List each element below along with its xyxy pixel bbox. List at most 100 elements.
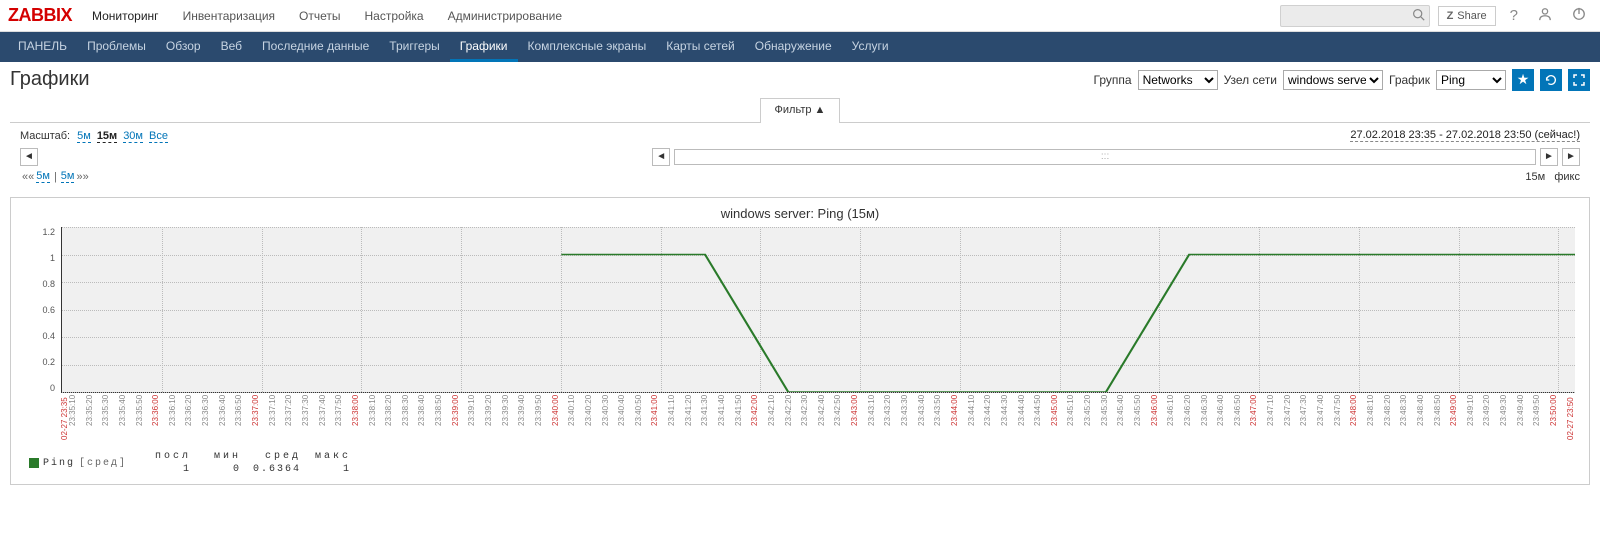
search-input[interactable] bbox=[1280, 5, 1430, 27]
power-icon[interactable] bbox=[1566, 7, 1592, 25]
x-tick: 23:47:20 bbox=[1284, 395, 1301, 440]
step-back-button[interactable]: ◄ bbox=[20, 148, 38, 166]
topnav-item-2[interactable]: Отчеты bbox=[289, 2, 350, 30]
x-tick: 23:38:30 bbox=[402, 395, 419, 440]
topnav-item-1[interactable]: Инвентаризация bbox=[173, 2, 285, 30]
scale-opt-30м[interactable]: 30м bbox=[123, 130, 143, 143]
y-tick: 0 bbox=[50, 383, 55, 393]
topnav-item-4[interactable]: Администрирование bbox=[438, 2, 572, 30]
chart-container: windows server: Ping (15м) 1.210.80.60.4… bbox=[10, 197, 1590, 485]
x-tick: 23:45:20 bbox=[1084, 395, 1101, 440]
top-nav: МониторингИнвентаризацияОтчетыНастройкаА… bbox=[82, 2, 572, 30]
subnav-item-5[interactable]: Триггеры bbox=[379, 32, 450, 62]
help-icon[interactable]: ? bbox=[1504, 7, 1524, 24]
sub-nav: ПАНЕЛЬПроблемыОбзорВебПоследние данныеТр… bbox=[0, 32, 1600, 62]
x-tick: 23:37:00 bbox=[252, 395, 269, 440]
subnav-item-1[interactable]: Проблемы bbox=[77, 32, 156, 62]
x-tick: 23:38:40 bbox=[418, 395, 435, 440]
y-axis: 1.210.80.60.40.20 bbox=[25, 227, 61, 393]
topnav-item-0[interactable]: Мониторинг bbox=[82, 2, 169, 30]
graph-select[interactable]: Ping bbox=[1436, 70, 1506, 90]
x-tick: 23:45:10 bbox=[1067, 395, 1084, 440]
fullscreen-button[interactable] bbox=[1568, 69, 1590, 91]
x-tick: 23:48:00 bbox=[1350, 395, 1367, 440]
x-tick: 23:40:30 bbox=[602, 395, 619, 440]
scale-label: Масштаб: bbox=[20, 130, 70, 142]
x-tick: 23:46:30 bbox=[1201, 395, 1218, 440]
subnav-item-4[interactable]: Последние данные bbox=[252, 32, 379, 62]
x-tick: 23:45:40 bbox=[1117, 395, 1134, 440]
subnav-item-3[interactable]: Веб bbox=[211, 32, 252, 62]
legend-swatch bbox=[29, 458, 39, 468]
group-label: Группа bbox=[1094, 73, 1132, 87]
x-tick: 23:38:00 bbox=[352, 395, 369, 440]
subnav-item-10[interactable]: Услуги bbox=[842, 32, 899, 62]
host-select[interactable]: windows server bbox=[1283, 70, 1383, 90]
x-tick: 23:39:30 bbox=[502, 395, 519, 440]
x-tick: 23:38:20 bbox=[385, 395, 402, 440]
favorite-button[interactable]: ★ bbox=[1512, 69, 1534, 91]
subnav-item-0[interactable]: ПАНЕЛЬ bbox=[8, 32, 77, 62]
plot-area[interactable] bbox=[61, 227, 1575, 393]
subnav-item-8[interactable]: Карты сетей bbox=[656, 32, 745, 62]
fast-fwd[interactable]: »» bbox=[76, 171, 88, 183]
x-tick: 23:36:00 bbox=[152, 395, 169, 440]
scale-opt-5м[interactable]: 5м bbox=[77, 130, 91, 143]
x-tick: 23:41:10 bbox=[668, 395, 685, 440]
subnav-item-9[interactable]: Обнаружение bbox=[745, 32, 842, 62]
subnav-item-6[interactable]: Графики bbox=[450, 32, 518, 62]
legend-val: 0 bbox=[191, 463, 241, 476]
y-tick: 0.8 bbox=[42, 279, 55, 289]
x-tick: 23:43:50 bbox=[934, 395, 951, 440]
search-icon bbox=[1412, 8, 1425, 24]
x-tick: 23:45:30 bbox=[1101, 395, 1118, 440]
x-tick: 23:41:40 bbox=[718, 395, 735, 440]
x-tick: 23:41:30 bbox=[701, 395, 718, 440]
filter-toggle[interactable]: Фильтр ▲ bbox=[760, 98, 841, 124]
fast-back[interactable]: «« bbox=[22, 171, 34, 183]
x-tick: 23:43:20 bbox=[884, 395, 901, 440]
quick-back-5m[interactable]: 5м bbox=[36, 170, 50, 183]
slider-left-button[interactable]: ◄ bbox=[652, 148, 670, 166]
step-forward-button[interactable]: ► bbox=[1562, 148, 1580, 166]
range-panel: Масштаб: 5м 15м 30м Все 27.02.2018 23:35 - … bbox=[10, 123, 1590, 193]
x-tick: 23:37:30 bbox=[302, 395, 319, 440]
legend-mode: [сред] bbox=[79, 458, 127, 469]
x-tick: 23:40:40 bbox=[618, 395, 635, 440]
x-tick: 23:46:50 bbox=[1234, 395, 1251, 440]
quick-fwd-5m[interactable]: 5м bbox=[61, 170, 75, 183]
subnav-item-2[interactable]: Обзор bbox=[156, 32, 211, 62]
page-header: Графики Группа Networks Узел сети window… bbox=[0, 62, 1600, 97]
range-text[interactable]: 27.02.2018 23:35 - 27.02.2018 23:50 (сей… bbox=[1350, 129, 1580, 142]
topnav-item-3[interactable]: Настройка bbox=[355, 2, 434, 30]
legend-val: 1 bbox=[301, 463, 351, 476]
x-tick: 23:42:50 bbox=[834, 395, 851, 440]
user-icon[interactable] bbox=[1532, 7, 1558, 25]
x-tick: 23:36:20 bbox=[185, 395, 202, 440]
scale-opt-Все[interactable]: Все bbox=[149, 130, 168, 143]
x-tick: 23:46:10 bbox=[1167, 395, 1184, 440]
slider-right-button[interactable]: ► bbox=[1540, 148, 1558, 166]
filter-controls: Группа Networks Узел сети windows server… bbox=[1094, 69, 1590, 91]
x-tick: 23:39:20 bbox=[485, 395, 502, 440]
x-tick: 23:44:10 bbox=[968, 395, 985, 440]
refresh-button[interactable] bbox=[1540, 69, 1562, 91]
subnav-item-7[interactable]: Комплексные экраны bbox=[518, 32, 657, 62]
group-select[interactable]: Networks bbox=[1138, 70, 1218, 90]
page-title: Графики bbox=[10, 68, 90, 91]
x-tick: 23:47:50 bbox=[1334, 395, 1351, 440]
slider-handle[interactable]: ::: bbox=[674, 149, 1536, 165]
share-button[interactable]: Z Share bbox=[1438, 6, 1496, 26]
x-tick: 23:41:50 bbox=[735, 395, 752, 440]
y-tick: 0.2 bbox=[42, 357, 55, 367]
x-tick: 23:48:50 bbox=[1434, 395, 1451, 440]
x-tick: 23:47:10 bbox=[1267, 395, 1284, 440]
x-tick: 23:42:10 bbox=[768, 395, 785, 440]
x-tick: 23:35:20 bbox=[86, 395, 103, 440]
x-tick: 23:37:20 bbox=[285, 395, 302, 440]
host-label: Узел сети bbox=[1224, 73, 1277, 87]
y-tick: 1.2 bbox=[42, 227, 55, 237]
scale-opt-15м[interactable]: 15м bbox=[97, 130, 117, 143]
x-tick: 23:36:50 bbox=[235, 395, 252, 440]
x-tick: 23:41:20 bbox=[685, 395, 702, 440]
